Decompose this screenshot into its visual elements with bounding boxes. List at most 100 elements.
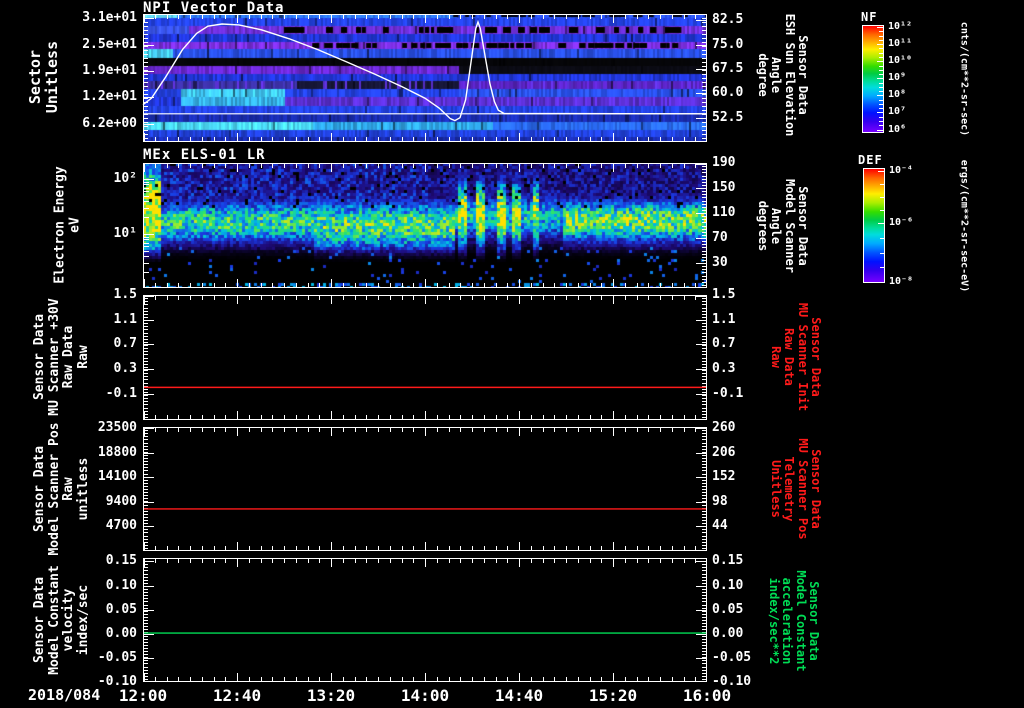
y-tick-right: 0.00 [712, 626, 744, 641]
y-tick-left: 6.2e+00 [82, 116, 137, 132]
colorbar-tick-mark [878, 281, 884, 283]
panel-title-els: MEx ELS-01 LR [143, 147, 266, 163]
y-axis-label-model-scanner-pos: Sensor Data Model Scanner Pos Raw unitle… [31, 422, 91, 556]
colorbar-tick-mark [877, 129, 883, 131]
colorbar-tick-label: 10¹¹ [888, 38, 913, 50]
y-tick-left: 2.5e+01 [82, 36, 137, 52]
y-tick-left: 0.05 [105, 601, 137, 617]
colorbar-tick-mark [880, 267, 884, 269]
colorbar-tick-mark [879, 35, 883, 37]
y-tick-left: 1.2e+01 [82, 89, 137, 105]
colorbar-tick-mark [880, 252, 884, 254]
colorbar-tick-mark [879, 108, 883, 110]
y-tick-right: -0.10 [712, 674, 752, 689]
y-tick-left: -0.10 [97, 674, 137, 689]
y-tick-right: 67.5 [712, 61, 744, 77]
colorbar-tick-mark [879, 74, 883, 76]
y-tick-right: 0.3 [712, 360, 736, 376]
x-tick-label: 13:20 [306, 686, 356, 705]
y-tick-right: 52.5 [712, 109, 744, 125]
y-tick-right: 206 [712, 444, 736, 460]
colorbar-tick-mark [879, 48, 883, 50]
y-tick-right: 0.7 [712, 336, 736, 352]
y-tick-left: -0.05 [97, 649, 137, 665]
y-tick-left: 0.15 [105, 552, 137, 568]
colorbar-tick-mark [879, 65, 883, 67]
colorbar-tick-mark [877, 61, 883, 63]
colorbar-tick-label: 10⁹ [888, 72, 907, 84]
colorbar-tick-label: 10⁷ [888, 106, 907, 118]
colorbar-tick-mark [879, 116, 883, 118]
npi-spectrogram[interactable] [143, 14, 707, 142]
y-tick-right: 0.10 [712, 577, 744, 593]
y-tick-left: 14100 [97, 468, 137, 484]
colorbar-tick-label: 10⁻⁴ [889, 165, 914, 177]
y-tick-left: 3.1e+01 [82, 9, 137, 25]
y-tick-left: 10¹ [113, 226, 137, 241]
y-tick-right: 152 [712, 468, 736, 484]
y-tick-right: 1.5 [712, 287, 736, 302]
y-tick-right: 110 [712, 205, 736, 220]
y-tick-right: 0.15 [712, 552, 744, 568]
colorbar-tick-mark [879, 82, 883, 84]
right-axis-label-mu-scanner-pos: Sensor Data MU Scanner Pos Telemetry Uni… [768, 438, 823, 540]
x-tick-label: 12:40 [212, 686, 262, 705]
colorbar-tick-mark [878, 171, 884, 173]
right-axis-label-model-constant-accel: Sensor Data Model Constant acceleration … [766, 570, 821, 672]
els-spectrogram[interactable] [143, 163, 707, 288]
y-tick-left: 0.7 [113, 336, 137, 352]
colorbar-nf-unit: cnts/(cm**2-sr-sec) [958, 21, 970, 137]
y-tick-right: 82.5 [712, 12, 744, 28]
y-tick-left: 1.9e+01 [82, 62, 137, 78]
x-tick-label: 14:40 [494, 686, 544, 705]
colorbar-tick-mark [880, 197, 884, 199]
mu-scanner-30v-panel[interactable] [143, 295, 707, 420]
y-tick-right: 1.1 [712, 311, 736, 327]
y-tick-right: 75.0 [712, 36, 744, 52]
figure: NPI Vector Data MEx ELS-01 LR Sector Uni… [0, 0, 1024, 708]
colorbar-tick-label: 10⁻⁶ [889, 217, 914, 229]
y-tick-left: 4700 [105, 517, 137, 533]
y-tick-left: 0.3 [113, 360, 137, 376]
y-tick-right: 44 [712, 517, 728, 533]
colorbar-tick-mark [879, 99, 883, 101]
y-tick-right: 260 [712, 419, 736, 435]
right-axis-label-mu-scanner-init: Sensor Data MU Scanner Init Raw Data Raw [768, 302, 823, 412]
colorbar-tick-mark [879, 69, 883, 71]
colorbar-def-unit: ergs/(cm**2-sr-sec-eV) [958, 159, 970, 293]
colorbar-tick-label: 10⁻⁸ [889, 275, 914, 287]
y-tick-right: 150 [712, 180, 736, 195]
y-tick-right: -0.1 [712, 385, 744, 401]
model-constant-velocity-panel[interactable] [143, 558, 707, 682]
model-scanner-pos-panel[interactable] [143, 427, 707, 551]
colorbar-tick-mark [879, 52, 883, 54]
colorbar-tick-mark [879, 125, 883, 127]
colorbar-tick-mark [877, 95, 883, 97]
y-tick-right: 60.0 [712, 85, 744, 101]
colorbar-tick-mark [879, 39, 883, 41]
y-tick-right: 0.05 [712, 601, 744, 617]
y-tick-right: -0.05 [712, 649, 752, 665]
colorbar-tick-mark [880, 184, 884, 186]
colorbar-tick-mark [877, 44, 883, 46]
colorbar-tick-label: 10¹² [888, 21, 913, 33]
colorbar-nf-title: NF [861, 10, 878, 24]
y-tick-left: 10² [113, 171, 137, 186]
colorbar-tick-mark [878, 223, 884, 225]
y-tick-right: 190 [712, 155, 736, 170]
y-tick-right: 70 [712, 230, 728, 245]
y-tick-right: 30 [712, 255, 728, 270]
colorbar-tick-mark [877, 112, 883, 114]
colorbar-tick-mark [877, 78, 883, 80]
colorbar-tick-mark [879, 31, 883, 33]
y-tick-left: 0.10 [105, 577, 137, 593]
colorbar-tick-label: 10⁸ [888, 89, 907, 101]
y-tick-left: 9400 [105, 493, 137, 509]
y-tick-left: 1.5 [113, 287, 137, 302]
colorbar-tick-mark [880, 237, 884, 239]
colorbar-tick-mark [879, 57, 883, 59]
colorbar-tick-mark [877, 27, 883, 29]
colorbar-tick-mark [879, 121, 883, 123]
y-tick-right: 98 [712, 493, 728, 509]
y-tick-left: -0.1 [105, 385, 137, 401]
